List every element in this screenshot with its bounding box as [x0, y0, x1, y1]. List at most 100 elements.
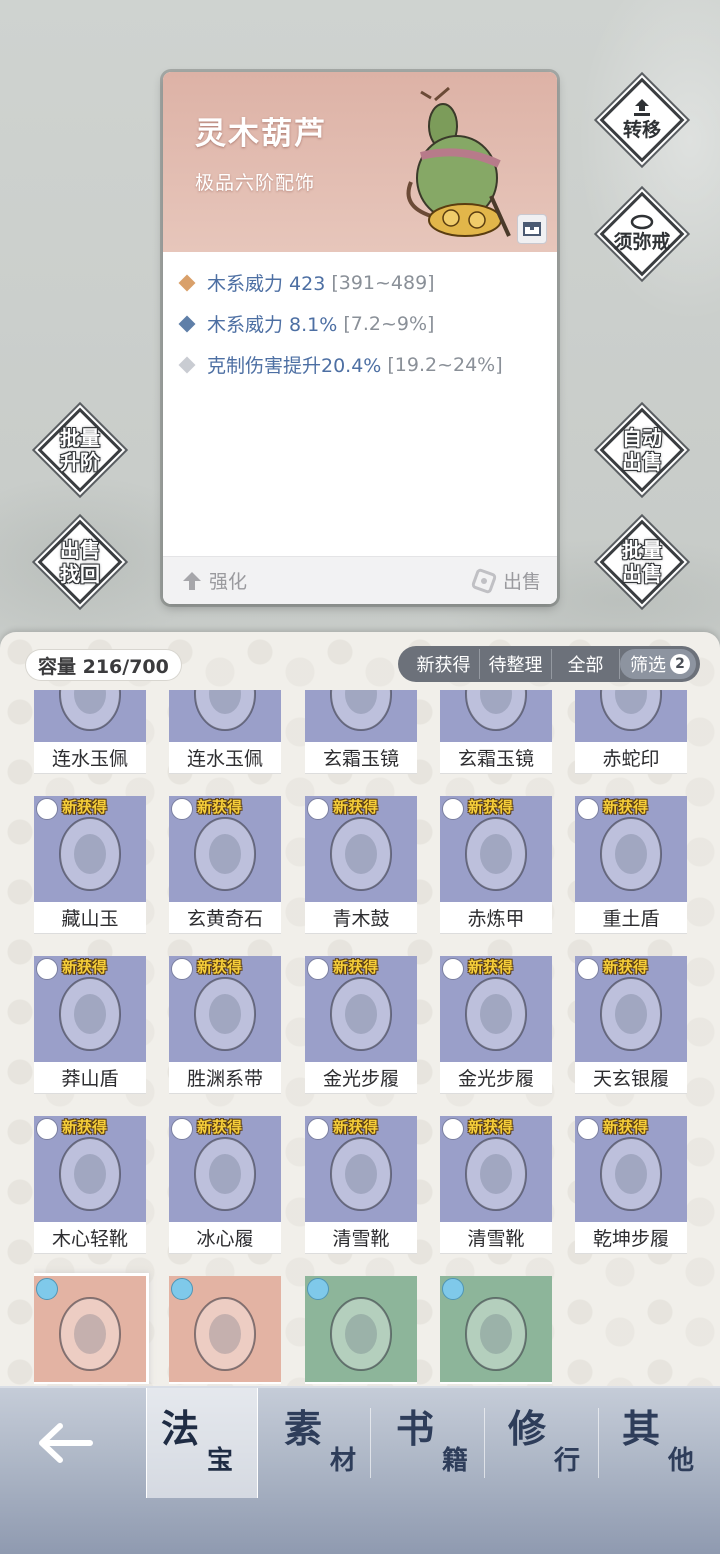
batch-sell-button[interactable]: 批量 出售 — [598, 518, 686, 606]
auto-sell-button[interactable]: 自动 出售 — [598, 406, 686, 494]
inventory-item[interactable]: 新获得 天玄银履 — [575, 956, 687, 1096]
stat-range: [19.2~24%] — [387, 353, 503, 376]
item-type-icon — [36, 1278, 58, 1300]
item-detail-card: 灵木葫芦 极品六阶配饰 木系威力 423 [391~489] 木系威力 8.1%… — [163, 72, 557, 604]
tab-other[interactable]: 其 他 — [608, 1388, 720, 1498]
inventory-item[interactable]: 新获得 冰心履 — [169, 1116, 281, 1256]
inventory-item[interactable]: 新获得 木心轻靴 — [34, 1116, 146, 1256]
inventory-item[interactable]: 连水玉佩 — [34, 690, 146, 776]
coin-icon — [471, 568, 497, 593]
tab-magic-treasure[interactable]: 法 宝 — [146, 1388, 258, 1498]
stat-row: 克制伤害提升20.4% [19.2~24%] — [163, 344, 557, 385]
item-image — [34, 690, 146, 742]
item-type-icon — [307, 958, 329, 980]
inventory-item[interactable]: 玄霜玉镜 — [305, 690, 417, 776]
inventory-item[interactable]: 赤蛇印 — [575, 690, 687, 776]
filter-label: 筛选 — [630, 655, 666, 676]
enhance-button[interactable]: 强化 — [181, 567, 247, 594]
item-actions: 强化 出售 — [163, 556, 557, 604]
sell-button[interactable]: 出售 — [471, 567, 541, 594]
stat-range: [391~489] — [331, 271, 435, 294]
inventory-item[interactable]: 新获得 清雪靴 — [440, 1116, 552, 1256]
sumeru-ring-button[interactable]: 须弥戒 — [598, 190, 686, 278]
item-type-icon — [442, 798, 464, 820]
item-name-label: 玄黄奇石 — [169, 902, 281, 934]
ring-icon — [630, 214, 654, 230]
stat-row: 木系威力 423 [391~489] — [163, 262, 557, 303]
inventory-item[interactable]: 新获得 重土盾 — [575, 796, 687, 936]
item-stats: 木系威力 423 [391~489] 木系威力 8.1% [7.2~9%] 克制… — [163, 262, 557, 385]
sell-label: 出售 — [502, 571, 541, 593]
item-type-icon — [577, 798, 599, 820]
inventory-item[interactable]: 新获得乾坤步履 — [575, 1116, 687, 1256]
item-type-icon — [36, 798, 58, 820]
inventory-item[interactable]: 新获得 赤炼甲 — [440, 796, 552, 936]
sell-recover-button[interactable]: 出售 找回 — [36, 518, 124, 606]
new-tag: 新获得 — [468, 1118, 514, 1136]
item-type-icon — [307, 1118, 329, 1140]
filter-bar: 新获得 待整理 全部 筛选 2 — [398, 646, 700, 682]
inventory-item[interactable]: 新获得 莽山盾 — [34, 956, 146, 1096]
item-name-label: 乾坤步履 — [575, 1222, 687, 1254]
new-tag: 新获得 — [62, 1118, 108, 1136]
item-name-label: 连水玉佩 — [34, 742, 146, 774]
inventory-item[interactable]: 千机履 — [440, 1276, 552, 1384]
batch-upgrade-button[interactable]: 批量 升阶 — [36, 406, 124, 494]
item-name-label: 青木鼓 — [169, 1382, 281, 1384]
item-type-icon — [577, 1118, 599, 1140]
item-type-icon — [171, 1118, 193, 1140]
gourd-artwork — [406, 86, 511, 237]
item-name: 灵木葫芦 — [195, 116, 327, 152]
item-name-label: 青木鼓 — [305, 902, 417, 934]
filter-count-badge: 2 — [670, 654, 690, 674]
inventory-item[interactable]: 新获得 金光步履 — [440, 956, 552, 1096]
inventory-item[interactable]: 灵木葫芦 — [34, 1276, 146, 1384]
new-tag: 新获得 — [603, 958, 649, 976]
inventory-item[interactable]: 玄霜玉镜 — [440, 690, 552, 776]
tab-new[interactable]: 新获得 — [402, 649, 480, 679]
stat-range: [7.2~9%] — [343, 312, 435, 335]
item-type-icon — [36, 958, 58, 980]
back-button[interactable] — [36, 1418, 96, 1468]
item-name-label: 玄霜玉镜 — [305, 742, 417, 774]
item-type-icon — [307, 1278, 329, 1300]
new-tag: 新获得 — [333, 1118, 379, 1136]
tab-books[interactable]: 书 籍 — [382, 1388, 494, 1498]
sumeru-label: 须弥戒 — [613, 231, 671, 253]
item-image — [575, 690, 687, 742]
tab-cultivation[interactable]: 修 行 — [494, 1388, 606, 1498]
item-name-label: 藏山玉 — [34, 902, 146, 934]
inventory-item[interactable]: 新获得 藏山玉 — [34, 796, 146, 936]
inventory-item[interactable]: 新获得 金光步履 — [305, 956, 417, 1096]
item-grade: 极品六阶配饰 — [195, 172, 316, 194]
inventory-item[interactable]: 新获得 胜渊系带 — [169, 956, 281, 1096]
new-tag: 新获得 — [603, 798, 649, 816]
new-tag: 新获得 — [197, 958, 243, 976]
transfer-button[interactable]: 转移 — [598, 76, 686, 164]
stat-value: 木系威力 8.1% — [207, 314, 338, 336]
stat-value: 木系威力 423 — [207, 273, 326, 295]
inventory-item[interactable]: 连水玉佩 — [169, 690, 281, 776]
new-tag: 新获得 — [468, 798, 514, 816]
tab-materials[interactable]: 素 材 — [270, 1388, 382, 1498]
tab-all[interactable]: 全部 — [552, 649, 620, 679]
new-tag: 新获得 — [333, 798, 379, 816]
tab-to-organize[interactable]: 待整理 — [480, 649, 552, 679]
bottom-nav: 法 宝 素 材 书 籍 修 行 其 他 — [0, 1386, 720, 1554]
diamond-bullet-icon — [178, 356, 196, 373]
item-name-label: 清雪靴 — [305, 1222, 417, 1254]
inventory-item[interactable]: 水织系带 — [305, 1276, 417, 1384]
inventory-item[interactable]: 新获得 玄黄奇石 — [169, 796, 281, 936]
capacity-badge: 容量 216/700 — [26, 650, 181, 680]
inventory-item[interactable]: 新获得青木鼓 — [305, 796, 417, 936]
inventory-item[interactable]: 新获得清雪靴 — [305, 1116, 417, 1256]
item-name-label: 莽山盾 — [34, 1062, 146, 1094]
filter-button[interactable]: 筛选 2 — [620, 649, 696, 679]
inventory-item[interactable]: 青木鼓 — [169, 1276, 281, 1384]
item-image — [305, 690, 417, 742]
new-tag: 新获得 — [197, 1118, 243, 1136]
new-tag: 新获得 — [603, 1118, 649, 1136]
item-name-label: 水织系带 — [305, 1382, 417, 1384]
item-detail-header: 灵木葫芦 极品六阶配饰 — [163, 72, 557, 252]
storage-chest-icon[interactable] — [517, 214, 547, 244]
